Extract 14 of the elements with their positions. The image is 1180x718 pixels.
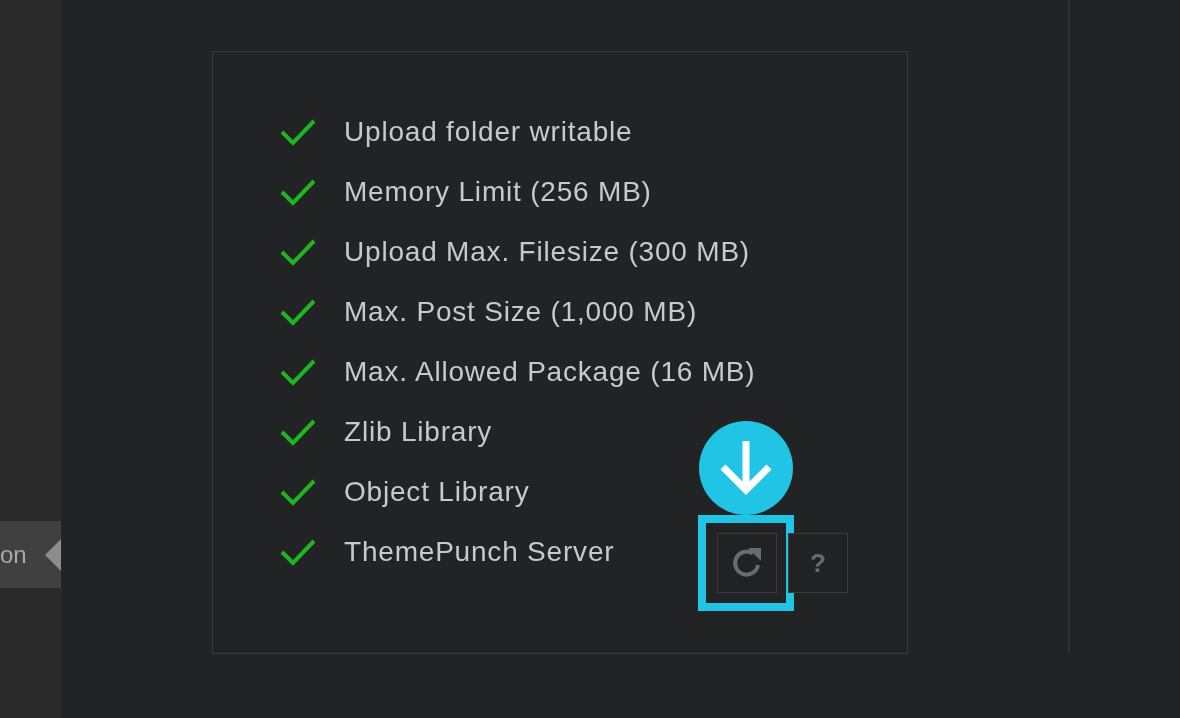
refresh-button[interactable]	[717, 533, 777, 593]
help-button[interactable]: ?	[788, 533, 848, 593]
sidebar-tab[interactable]: on	[0, 521, 61, 588]
check-item-label: Upload Max. Filesize (300 MB)	[344, 235, 750, 269]
check-item-label: Max. Allowed Package (16 MB)	[344, 355, 756, 389]
check-item-label: Zlib Library	[344, 415, 493, 449]
refresh-icon	[731, 547, 763, 579]
pointer-triangle-icon	[45, 538, 61, 571]
check-item-label: Object Library	[344, 475, 530, 509]
check-item-label: ThemePunch Server	[344, 535, 616, 569]
check-item-label: Memory Limit (256 MB)	[344, 175, 652, 209]
check-item-label: Max. Post Size (1,000 MB)	[344, 295, 697, 329]
check-item-label: Upload folder writable	[344, 115, 633, 149]
arrow-down-icon	[699, 421, 793, 515]
